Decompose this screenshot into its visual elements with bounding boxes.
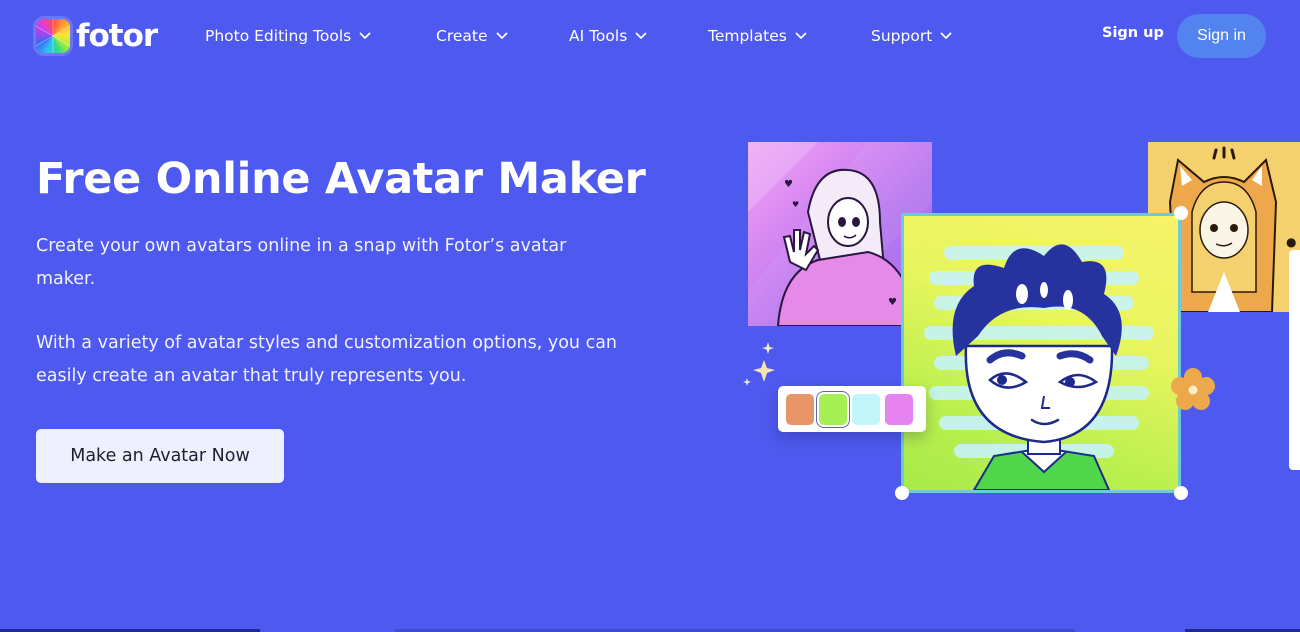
color-swatch-cyan[interactable] — [852, 393, 880, 425]
nav-photo-editing-tools[interactable]: Photo Editing Tools — [205, 24, 371, 48]
svg-text:♥: ♥ — [888, 297, 897, 308]
top-navigation-bar: fotor Photo Editing Tools Create AI Tool… — [0, 0, 1300, 72]
blue-hair-boy-avatar[interactable] — [901, 213, 1181, 493]
color-palette — [778, 386, 926, 432]
nav-label: Create — [436, 27, 488, 45]
svg-text:●: ● — [1286, 235, 1296, 249]
color-swatch-green[interactable] — [819, 393, 847, 425]
chevron-down-icon — [940, 32, 952, 39]
svg-text:♥: ♥ — [784, 179, 793, 190]
sign-up-link[interactable]: Sign up — [1102, 25, 1164, 41]
chevron-down-icon — [635, 32, 647, 39]
nav-label: Support — [871, 27, 933, 45]
color-swatch-orange[interactable] — [786, 393, 814, 425]
nav-label: AI Tools — [569, 27, 628, 45]
chevron-down-icon — [359, 32, 371, 39]
side-panel-card — [1289, 250, 1300, 470]
chevron-down-icon — [496, 32, 507, 39]
fotor-logo[interactable]: fotor — [36, 18, 158, 54]
resize-handle-top-right[interactable] — [1174, 206, 1188, 220]
nav-ai-tools[interactable]: AI Tools — [569, 24, 647, 48]
nav-label: Photo Editing Tools — [205, 27, 352, 45]
nav-templates[interactable]: Templates — [708, 24, 807, 48]
resize-handle-bottom-right[interactable] — [1174, 486, 1188, 500]
sparkle-icon — [743, 342, 775, 386]
sign-in-button[interactable]: Sign in — [1177, 14, 1266, 58]
svg-text:♥: ♥ — [792, 200, 799, 209]
make-avatar-button[interactable]: Make an Avatar Now — [36, 429, 284, 483]
hero-description-1: Create your own avatars online in a snap… — [36, 236, 567, 289]
color-swatch-pink[interactable] — [885, 393, 913, 425]
page-title: Free Online Avatar Maker — [36, 154, 646, 204]
flower-icon — [1171, 368, 1215, 410]
nav-support[interactable]: Support — [871, 24, 952, 48]
resize-handle-bottom-left[interactable] — [895, 486, 909, 500]
nav-create[interactable]: Create — [436, 24, 508, 48]
fotor-aperture-logo-icon — [36, 19, 70, 53]
chevron-down-icon — [795, 32, 807, 39]
nav-label: Templates — [708, 27, 787, 45]
hero-description-2: With a variety of avatar styles and cust… — [36, 333, 618, 386]
brand-name: fotor — [76, 18, 158, 54]
